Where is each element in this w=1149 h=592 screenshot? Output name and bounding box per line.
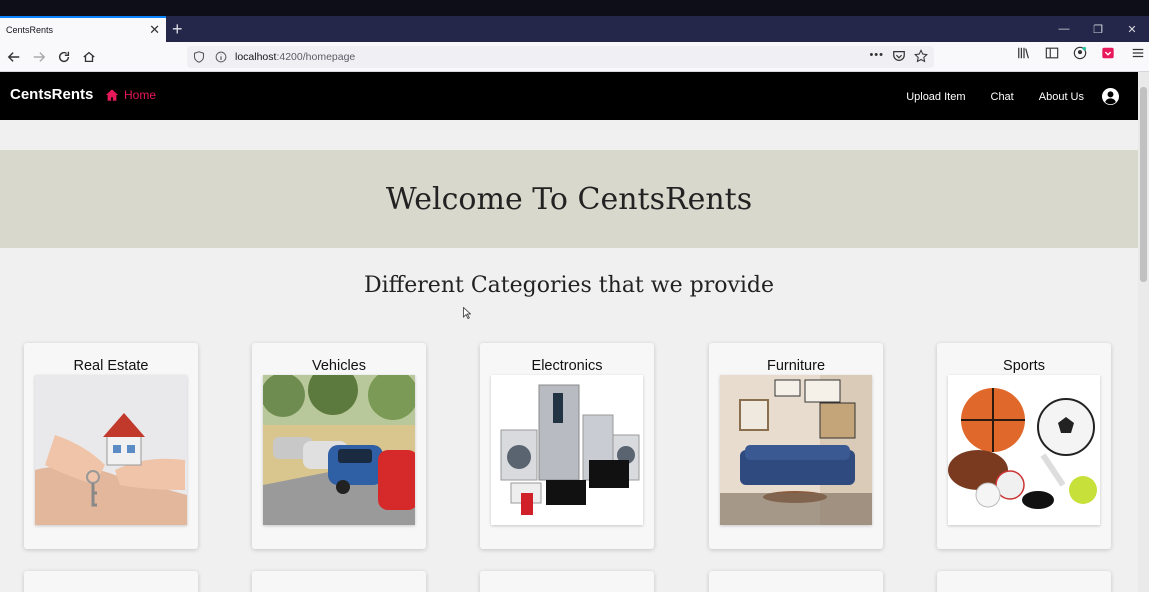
browser-toolbar: localhost:4200/homepage ••• [0,42,1149,72]
house-keys-image[interactable] [35,375,187,525]
url-path: :4200/homepage [276,51,356,63]
home-icon [105,89,119,101]
category-title: Sports [1003,358,1045,374]
category-card-electronics[interactable]: Electronics [480,343,654,549]
forward-icon[interactable] [27,45,51,69]
app-navbar: CentsRents Home Upload Item Chat About U… [0,72,1138,120]
minimize-icon[interactable]: — [1047,16,1081,42]
info-icon[interactable] [215,51,227,63]
nav-home-link[interactable]: Home [105,88,156,102]
sidebar-icon[interactable] [1045,46,1059,60]
restore-icon[interactable]: ❐ [1081,16,1115,42]
category-card-vehicles[interactable]: Vehicles [252,343,426,549]
category-card-row2[interactable] [937,571,1111,592]
reload-icon[interactable] [52,45,76,69]
more-actions-icon[interactable]: ••• [869,49,884,63]
category-title: Real Estate [73,358,149,374]
back-icon[interactable] [2,45,26,69]
category-card-furniture[interactable]: Furniture [709,343,883,549]
account-sync-icon[interactable] [1073,46,1087,60]
category-card-row2[interactable] [709,571,883,592]
hero-banner: Welcome To CentsRents [0,150,1138,248]
category-title: Electronics [531,358,603,374]
category-card-row2[interactable] [252,571,426,592]
shield-icon [193,51,205,63]
category-card-row2[interactable] [24,571,198,592]
category-title: Vehicles [311,358,366,374]
window-close-icon[interactable]: ✕ [1115,16,1149,42]
page-scrollbar[interactable] [1138,72,1149,592]
appliances-image[interactable] [491,375,643,525]
new-tab-icon[interactable]: + [172,19,183,39]
category-card-real-estate[interactable]: Real Estate [24,343,198,549]
scrollbar-thumb[interactable] [1140,87,1147,282]
nav-home-label: Home [124,88,157,102]
library-icon[interactable] [1017,46,1031,60]
tab-close-icon[interactable]: ✕ [149,22,160,38]
living-room-image[interactable] [720,375,872,525]
pocket-icon[interactable] [892,49,906,63]
category-title: Furniture [766,358,826,374]
url-bar[interactable]: localhost:4200/homepage ••• [187,46,934,68]
tab-title: CentsRents [6,25,54,35]
bookmark-star-icon[interactable] [914,49,928,63]
page-content: Welcome To CentsRents Different Categori… [0,120,1138,592]
pocket-save-icon[interactable] [1101,46,1115,60]
mouse-cursor-icon [463,307,471,319]
browser-tabstrip: CentsRents ✕ + — ❐ ✕ [0,0,1149,42]
nav-upload-item[interactable]: Upload Item [906,91,965,103]
nav-chat[interactable]: Chat [991,91,1014,103]
menu-icon[interactable] [1131,46,1145,60]
category-card-sports[interactable]: Sports [937,343,1111,549]
account-circle-icon[interactable] [1102,88,1119,105]
url-text[interactable]: localhost:4200/homepage [235,51,355,63]
categories-heading: Different Categories that we provide [363,273,775,298]
browser-tab[interactable]: CentsRents ✕ [0,16,166,42]
hero-title: Welcome To CentsRents [385,181,753,217]
sports-balls-image[interactable] [948,375,1100,525]
home-browser-icon[interactable] [77,45,101,69]
cars-image[interactable] [263,375,415,525]
url-host: localhost [235,51,277,63]
brand-logo[interactable]: CentsRents [10,86,93,103]
category-card-row2[interactable] [480,571,654,592]
nav-about-us[interactable]: About Us [1039,91,1084,103]
